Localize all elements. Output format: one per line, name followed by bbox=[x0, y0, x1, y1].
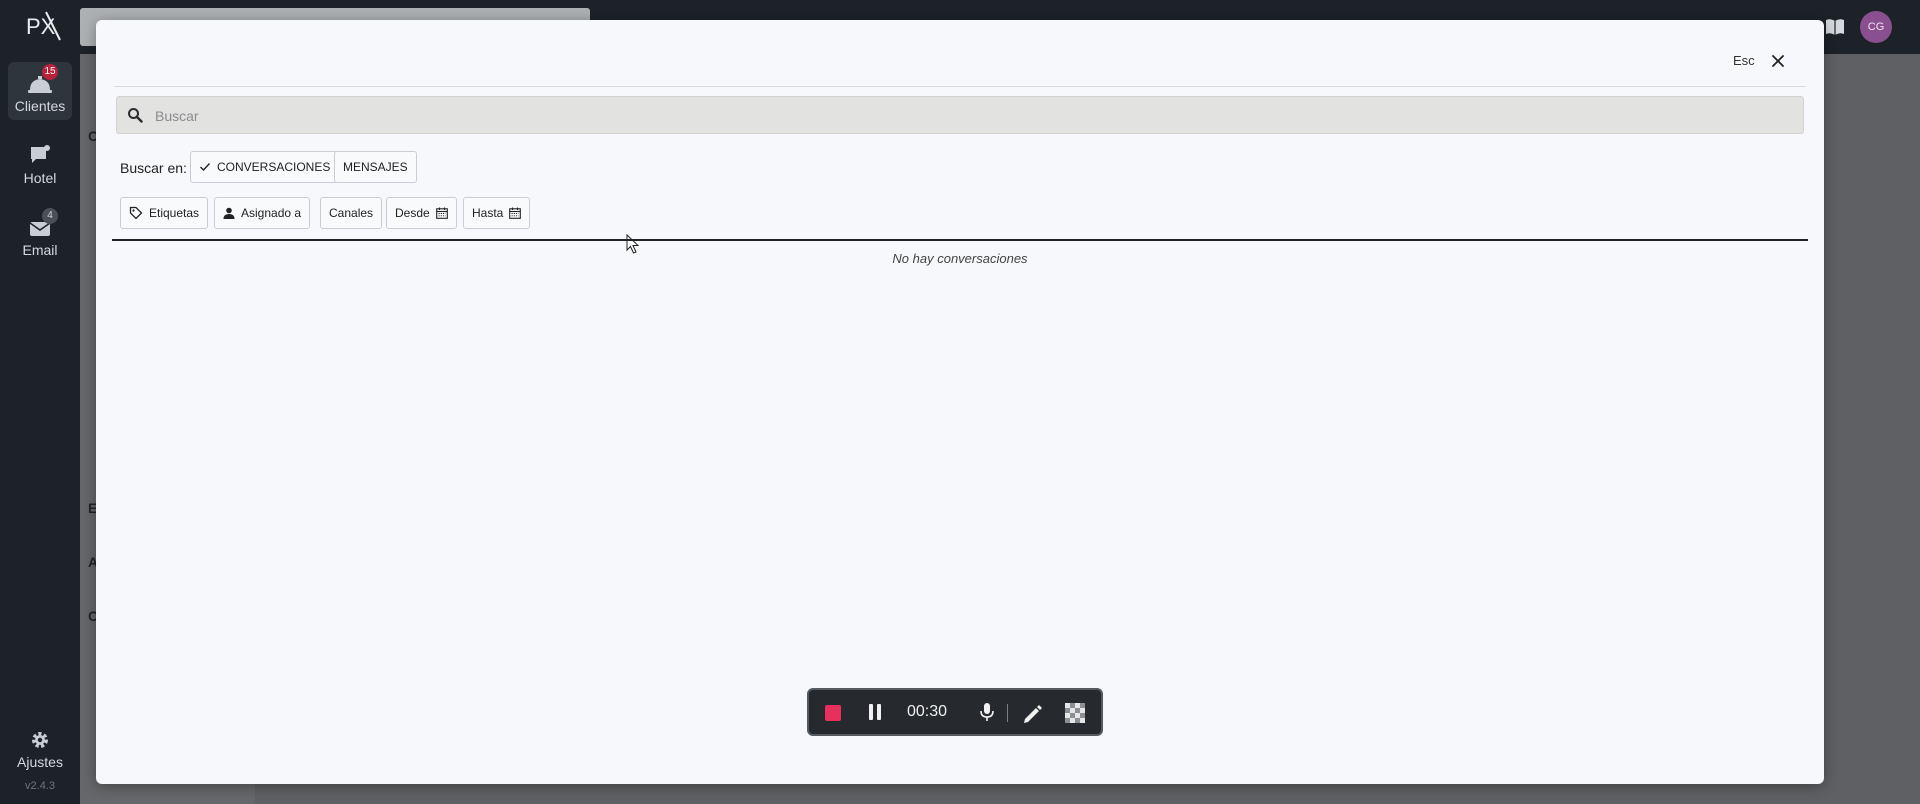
search-modal: Esc Buscar en: CONVERSACIONES MENSAJES E… bbox=[96, 20, 1824, 784]
sidebar-item-label: Email bbox=[22, 242, 58, 258]
filter-to-date-button[interactable]: Hasta bbox=[463, 197, 531, 229]
scope-messages-toggle[interactable]: MENSAJES bbox=[334, 151, 417, 183]
sidebar: PX Clientes 15 Hotel Email 4 Ajustes v2.… bbox=[0, 0, 80, 804]
book-icon[interactable] bbox=[1825, 18, 1845, 36]
pen-icon[interactable] bbox=[1022, 702, 1044, 724]
notification-badge: 4 bbox=[42, 208, 58, 224]
user-avatar[interactable]: CG bbox=[1860, 11, 1892, 43]
filter-channels-button[interactable]: Canales bbox=[320, 197, 383, 229]
results-divider bbox=[112, 239, 1808, 241]
screen-recorder-toolbar: 00:30 bbox=[807, 688, 1103, 736]
calendar-icon bbox=[509, 207, 522, 219]
filter-label: Canales bbox=[329, 206, 374, 220]
search-input[interactable] bbox=[153, 97, 1797, 135]
close-icon[interactable] bbox=[1768, 51, 1788, 71]
recording-timer: 00:30 bbox=[907, 703, 948, 720]
pause-icon[interactable] bbox=[867, 703, 883, 721]
search-box bbox=[116, 96, 1804, 135]
gear-icon bbox=[32, 732, 48, 748]
toolbar-separator bbox=[1007, 704, 1008, 722]
sidebar-item-settings[interactable]: Ajustes bbox=[8, 718, 72, 776]
notification-badge: 15 bbox=[42, 64, 58, 80]
sidebar-item-label: Hotel bbox=[23, 170, 57, 186]
sidebar-item-label: Ajustes bbox=[17, 754, 63, 770]
user-icon bbox=[223, 207, 235, 219]
sidebar-item-hotel[interactable]: Hotel bbox=[8, 134, 72, 192]
search-scope-label: Buscar en: bbox=[120, 160, 187, 176]
scope-conversations-toggle[interactable]: CONVERSACIONES bbox=[190, 151, 340, 183]
stop-record-button[interactable] bbox=[825, 705, 841, 721]
check-icon bbox=[200, 163, 211, 172]
filter-from-date-button[interactable]: Desde bbox=[386, 197, 457, 229]
tag-icon bbox=[129, 206, 143, 220]
sidebar-item-label: Clientes bbox=[14, 98, 66, 114]
filter-label: Asignado a bbox=[241, 206, 302, 220]
search-icon bbox=[128, 108, 143, 123]
esc-hint: Esc bbox=[1733, 53, 1755, 68]
app-version: v2.4.3 bbox=[25, 780, 55, 792]
filter-label: Etiquetas bbox=[149, 206, 200, 220]
chat-icon bbox=[31, 145, 50, 163]
sidebar-item-email[interactable]: Email 4 bbox=[8, 206, 72, 264]
filter-label: Hasta bbox=[472, 206, 504, 220]
empty-results-message: No hay conversaciones bbox=[892, 251, 1028, 266]
sidebar-item-clientes[interactable]: Clientes 15 bbox=[8, 62, 72, 120]
calendar-icon bbox=[435, 207, 448, 219]
filter-tags-button[interactable]: Etiquetas bbox=[120, 197, 209, 229]
filter-assigned-button[interactable]: Asignado a bbox=[214, 197, 311, 229]
logo-text: PX bbox=[26, 14, 56, 39]
scope-label: MENSAJES bbox=[343, 160, 408, 174]
header-divider bbox=[114, 86, 1806, 87]
blur-icon[interactable] bbox=[1064, 702, 1086, 724]
scope-label: CONVERSACIONES bbox=[217, 160, 331, 174]
microphone-icon[interactable] bbox=[979, 702, 995, 722]
app-logo[interactable]: PX bbox=[24, 6, 64, 46]
filter-label: Desde bbox=[395, 206, 430, 220]
